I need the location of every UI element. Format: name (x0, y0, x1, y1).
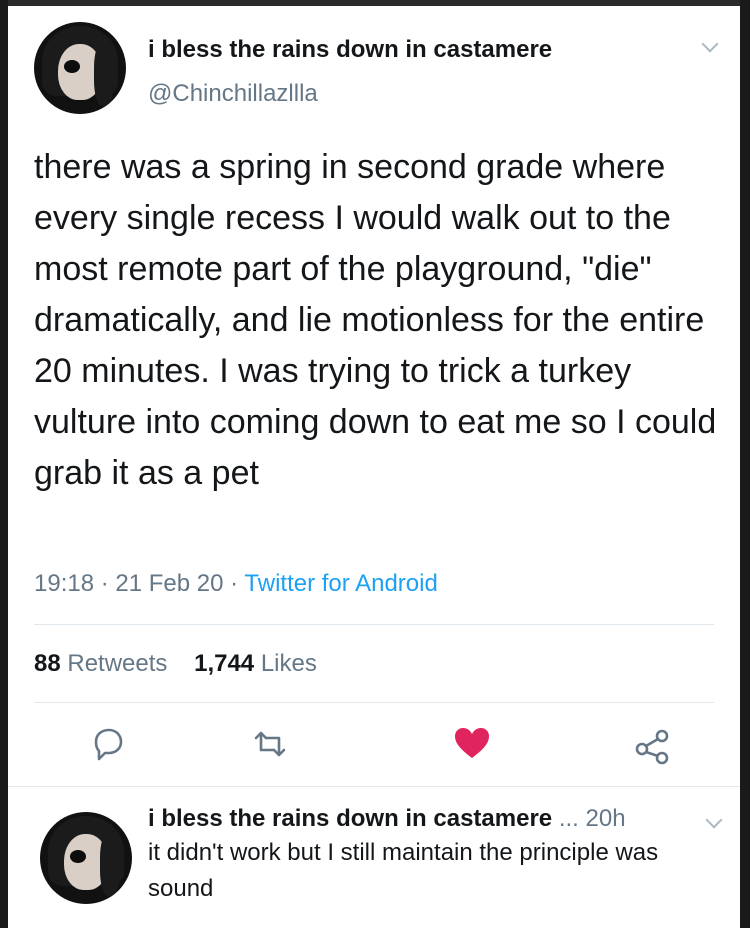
retweets-count[interactable]: 88 (34, 650, 61, 677)
reply-tweet[interactable]: i bless the rains down in castamere ... … (148, 805, 728, 907)
heart-icon (455, 728, 489, 758)
reply-avatar[interactable] (40, 812, 132, 904)
user-handle[interactable]: @Chinchillazllla (148, 80, 318, 108)
retweets-label[interactable]: Retweets (67, 650, 167, 677)
meta-separator: · (230, 570, 239, 597)
tweet-time: 19:18 (34, 570, 95, 597)
reply-time: 20h (585, 805, 626, 832)
divider (8, 786, 740, 787)
tweet-text: there was a spring in second grade where… (34, 148, 717, 492)
tweet-source-link[interactable]: Twitter for Android (244, 570, 437, 597)
retweet-icon (254, 731, 286, 757)
meta-separator: · (100, 570, 109, 597)
like-button[interactable] (450, 722, 494, 766)
chevron-down-icon[interactable] (701, 35, 719, 53)
reply-header: i bless the rains down in castamere ... … (148, 805, 728, 833)
tweet-screen: i bless the rains down in castamere @Chi… (8, 0, 740, 928)
reply-ellipsis: ... (558, 805, 579, 832)
retweet-button[interactable] (248, 722, 292, 766)
divider (34, 702, 714, 703)
reply-display-name[interactable]: i bless the rains down in castamere (148, 805, 552, 832)
tweet-meta: 19:18 · 21 Feb 20 · Twitter for Android (34, 570, 438, 598)
reply-button[interactable] (86, 722, 130, 766)
display-name[interactable]: i bless the rains down in castamere (148, 36, 552, 64)
divider (34, 624, 714, 625)
tweet-date: 21 Feb 20 (115, 570, 224, 597)
share-icon (635, 729, 669, 765)
likes-count[interactable]: 1,744 (194, 650, 254, 677)
reply-icon (94, 728, 123, 761)
tweet-stats: 88 Retweets 1,744 Likes (34, 650, 317, 678)
share-button[interactable] (630, 722, 674, 766)
reply-text: it didn't work but I still maintain the … (148, 839, 659, 902)
status-bar-edge (8, 0, 740, 6)
avatar[interactable] (34, 22, 126, 114)
likes-label[interactable]: Likes (261, 650, 317, 677)
